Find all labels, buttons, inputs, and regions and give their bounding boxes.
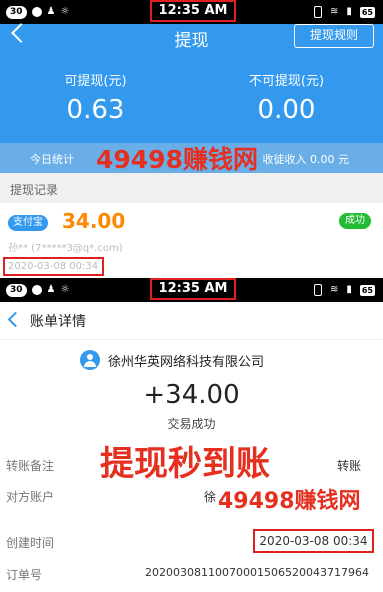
unavailable-label: 不可提现(元) xyxy=(248,74,325,89)
status-right-icons: ≋ ▮ 65 xyxy=(313,5,375,19)
today-stats-label[interactable]: 今日统计 xyxy=(30,151,74,167)
apprentice-income: 收徒收入 0.00 元 xyxy=(262,153,350,166)
withdraw-rules-button[interactable]: 提现规则 xyxy=(294,24,374,48)
record-time: 2020-03-08 00:34 xyxy=(3,257,104,276)
user-avatar-icon xyxy=(80,350,100,370)
order-number-value: 20200308110070001506520043717964 xyxy=(145,566,369,579)
remark-value: 转账 xyxy=(336,459,361,473)
chat-icon-2 xyxy=(31,285,42,295)
bill-title: 账单详情 xyxy=(30,314,86,330)
status-time: 12:35 AM xyxy=(150,0,236,22)
counterparty-value: 徐 xyxy=(204,490,217,504)
status-time-2: 12:35 AM xyxy=(150,278,236,300)
available-value: 0.63 xyxy=(66,95,125,125)
vibrate-icon-2 xyxy=(313,284,322,296)
sun-icon: ☼ xyxy=(60,6,70,17)
signal-icon-2: ▮ xyxy=(346,284,352,295)
record-account: 孙** (7*****3@q*.com) xyxy=(8,243,123,254)
record-heading: 提现记录 xyxy=(0,173,383,203)
battery-icon: 65 xyxy=(359,6,375,18)
company-name: 徐州华英网络科技有限公司 xyxy=(108,354,265,370)
company-row: 徐州华英网络科技有限公司 xyxy=(80,349,264,371)
status-right-icons-2: ≋ ▮ 65 xyxy=(313,283,375,297)
person-icon: ♟ xyxy=(46,6,56,17)
created-time-label: 创建时间 xyxy=(6,536,55,550)
available-label: 可提现(元) xyxy=(64,74,127,89)
unavailable-value: 0.00 xyxy=(257,95,316,125)
battery-icon-2: 65 xyxy=(359,284,375,296)
record-amount: 34.00 xyxy=(62,209,126,233)
vibrate-icon xyxy=(313,6,322,18)
bill-nav-bar: 账单详情 xyxy=(0,302,383,340)
status-badge: 成功 xyxy=(339,213,371,229)
chat-icon xyxy=(31,7,42,17)
bill-amount: +34.00 xyxy=(143,380,240,410)
created-time-value: 2020-03-08 00:34 xyxy=(253,529,374,553)
sun-icon-2: ☼ xyxy=(60,284,70,295)
wifi-icon-2: ≋ xyxy=(329,284,339,295)
bill-status: 交易成功 xyxy=(167,417,216,431)
watermark-site: 49498赚钱网 xyxy=(96,145,258,174)
alipay-badge: 支付宝 xyxy=(8,215,48,231)
notification-count-badge-2: 30 xyxy=(6,283,27,297)
counterparty-label: 对方账户 xyxy=(6,490,55,504)
notification-count-badge: 30 xyxy=(6,5,27,19)
person-icon-2: ♟ xyxy=(46,284,56,295)
order-number-label: 订单号 xyxy=(6,568,43,582)
available-balance: 可提现(元) 0.63 xyxy=(0,70,191,125)
status-bar-2: 30 ♟ ☼ 12:35 AM ≋ ▮ 65 xyxy=(0,278,383,302)
wifi-icon: ≋ xyxy=(329,6,339,17)
back-arrow-icon-2[interactable] xyxy=(7,311,24,328)
watermark-site-2: 49498赚钱网 xyxy=(218,489,361,514)
signal-icon: ▮ xyxy=(346,6,352,17)
watermark-slogan: 提现秒到账 xyxy=(100,444,270,484)
remark-label: 转账备注 xyxy=(6,459,55,473)
status-left-icons: 30 ♟ ☼ xyxy=(6,4,69,20)
unavailable-balance: 不可提现(元) 0.00 xyxy=(191,70,382,125)
record-item[interactable]: 支付宝 34.00 成功 孙** (7*****3@q*.com) 2020-0… xyxy=(0,203,383,278)
status-left-icons-2: 30 ♟ ☼ xyxy=(6,282,69,298)
status-bar: 30 ♟ ☼ 12:35 AM ≋ ▮ 65 xyxy=(0,0,383,24)
top-bar: 提现 提现规则 xyxy=(0,23,383,51)
